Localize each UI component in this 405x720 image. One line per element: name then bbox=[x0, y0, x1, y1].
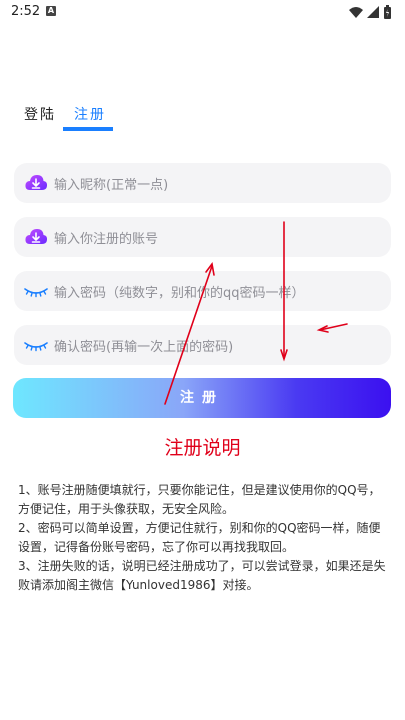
cloud-download-icon bbox=[25, 175, 48, 190]
tab-login[interactable]: 登陆 bbox=[24, 104, 56, 124]
notice-body: 1、账号注册随便填就行，只要你能记住，但是建议使用你的QQ号，方便记住，用于头像… bbox=[18, 481, 387, 595]
notice-line: 3、注册失败的话，说明已经注册成功了，可以尝试登录，如果还是失败请添加阁主微信【… bbox=[18, 559, 386, 592]
notice-title: 注册说明 bbox=[164, 437, 241, 459]
confirm-password-placeholder: 确认密码(再输一次上面的密码) bbox=[54, 340, 234, 355]
notification-icon: A bbox=[46, 6, 56, 16]
nickname-field[interactable]: 输入昵称(正常一点) bbox=[14, 163, 391, 203]
auth-tabs: 登陆 注册 bbox=[0, 96, 405, 136]
register-button[interactable]: 注册 bbox=[13, 378, 391, 418]
notice-line: 2、密码可以简单设置，方便记住就行，别和你的QQ密码一样，随便设置，记得备份账号… bbox=[18, 521, 381, 554]
nickname-placeholder: 输入昵称(正常一点) bbox=[54, 178, 169, 193]
eye-closed-icon bbox=[24, 288, 48, 298]
account-field[interactable]: 输入你注册的账号 bbox=[14, 217, 391, 257]
battery-icon bbox=[384, 5, 391, 19]
password-field[interactable]: 输入密码（纯数字，别和你的qq密码一样） bbox=[14, 271, 391, 311]
password-placeholder: 输入密码（纯数字，别和你的qq密码一样） bbox=[54, 286, 305, 301]
eye-closed-icon bbox=[24, 342, 48, 352]
notice-line: 1、账号注册随便填就行，只要你能记住，但是建议使用你的QQ号，方便记住，用于头像… bbox=[18, 483, 381, 516]
status-icons bbox=[349, 5, 391, 19]
status-bar: 2:52 A bbox=[0, 0, 405, 24]
tab-register[interactable]: 注册 bbox=[74, 104, 106, 124]
wifi-icon bbox=[349, 7, 363, 18]
signal-icon bbox=[367, 6, 379, 18]
active-tab-indicator bbox=[63, 127, 113, 131]
cloud-download-icon bbox=[25, 229, 48, 244]
account-placeholder: 输入你注册的账号 bbox=[54, 232, 159, 247]
status-time: 2:52 bbox=[11, 4, 41, 19]
confirm-password-field[interactable]: 确认密码(再输一次上面的密码) bbox=[14, 325, 391, 365]
